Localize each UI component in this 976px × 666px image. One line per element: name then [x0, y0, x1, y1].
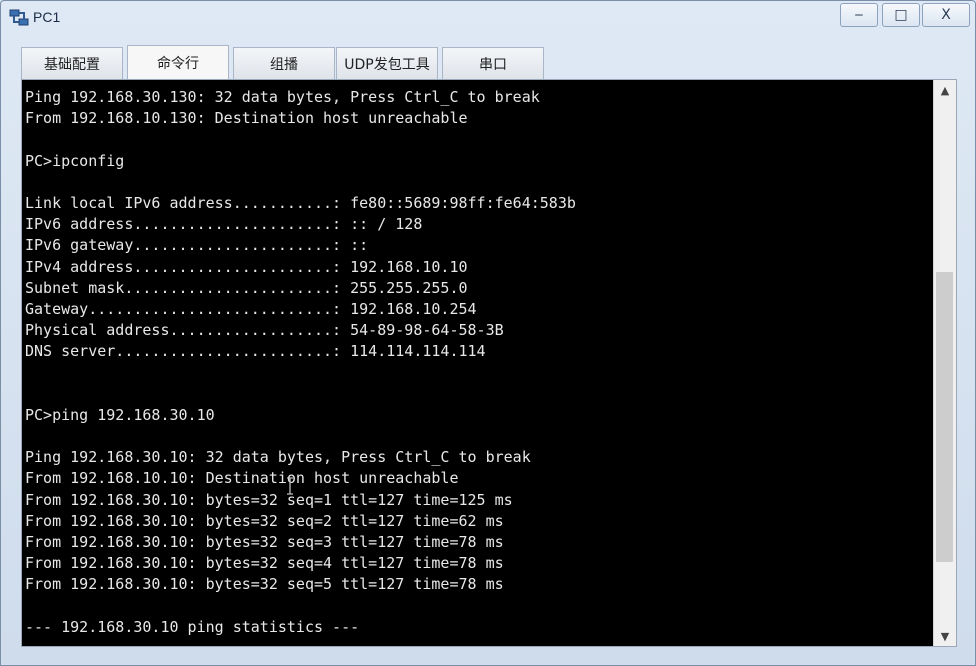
- chevron-up-icon: ▲: [940, 83, 950, 97]
- terminal-output[interactable]: Ping 192.168.30.130: 32 data bytes, Pres…: [25, 87, 930, 645]
- chevron-down-icon: ▼: [940, 629, 950, 643]
- terminal-line: From 192.168.30.10: bytes=32 seq=3 ttl=1…: [25, 532, 504, 551]
- tab-multicast[interactable]: 组播: [233, 47, 335, 79]
- terminal-line: From 192.168.30.10: bytes=32 seq=5 ttl=1…: [25, 575, 504, 594]
- close-icon: X: [941, 7, 951, 23]
- tab-serial-port[interactable]: 串口: [442, 47, 544, 79]
- terminal-line: Ping 192.168.30.10: 32 data bytes, Press…: [25, 448, 531, 467]
- scroll-thumb[interactable]: [936, 272, 953, 562]
- text-cursor-icon: [287, 477, 293, 495]
- maximize-button[interactable]: □: [882, 3, 920, 27]
- terminal-line: IPv6 gateway......................: ::: [25, 236, 369, 255]
- scroll-up-button[interactable]: ▲: [934, 80, 956, 100]
- terminal-line: IPv6 address......................: :: /…: [25, 215, 423, 234]
- tab-bar: 基础配置 命令行 组播 UDP发包工具 串口: [21, 45, 951, 81]
- tab-command-line[interactable]: 命令行: [127, 45, 229, 79]
- terminal-line: From 192.168.10.130: Destination host un…: [25, 109, 468, 128]
- window-title: PC1: [33, 9, 61, 25]
- terminal-line: Subnet mask.......................: 255.…: [25, 278, 468, 297]
- scroll-down-button[interactable]: ▼: [934, 626, 956, 646]
- tab-udp-tool[interactable]: UDP发包工具: [336, 47, 438, 79]
- terminal-line: PC>ipconfig: [25, 151, 125, 170]
- terminal-line: PC>ping 192.168.30.10: [25, 405, 215, 424]
- terminal-line: From 192.168.30.10: bytes=32 seq=4 ttl=1…: [25, 554, 504, 573]
- vertical-scrollbar[interactable]: ▲ ▼: [933, 80, 956, 646]
- minimize-icon: ‒: [854, 7, 864, 23]
- title-bar[interactable]: PC1 ‒ □ X: [1, 1, 975, 35]
- terminal-line: Gateway...........................: 192.…: [25, 299, 477, 318]
- terminal-line: From 192.168.30.10: bytes=32 seq=2 ttl=1…: [25, 511, 504, 530]
- terminal-line: IPv4 address......................: 192.…: [25, 257, 468, 276]
- minimize-button[interactable]: ‒: [840, 3, 878, 27]
- terminal-line: DNS server........................: 114.…: [25, 342, 486, 361]
- terminal-line: From 192.168.30.10: bytes=32 seq=1 ttl=1…: [25, 490, 513, 509]
- close-button[interactable]: X: [922, 3, 970, 27]
- terminal-line: Link local IPv6 address...........: fe80…: [25, 193, 576, 212]
- terminal-line: From 192.168.10.10: Destination host unr…: [25, 469, 459, 488]
- terminal-line: Physical address..................: 54-8…: [25, 321, 504, 340]
- terminal-line: --- 192.168.30.10 ping statistics ---: [25, 617, 360, 636]
- network-pc-icon: [9, 9, 29, 26]
- terminal-line: Ping 192.168.30.130: 32 data bytes, Pres…: [25, 88, 540, 106]
- terminal-panel[interactable]: Ping 192.168.30.130: 32 data bytes, Pres…: [21, 79, 957, 647]
- app-window: PC1 ‒ □ X 基础配置 命令行 组播 UDP发包工具 串口 Ping 19…: [0, 0, 976, 666]
- tab-basic-config[interactable]: 基础配置: [21, 47, 123, 79]
- maximize-icon: □: [894, 7, 908, 23]
